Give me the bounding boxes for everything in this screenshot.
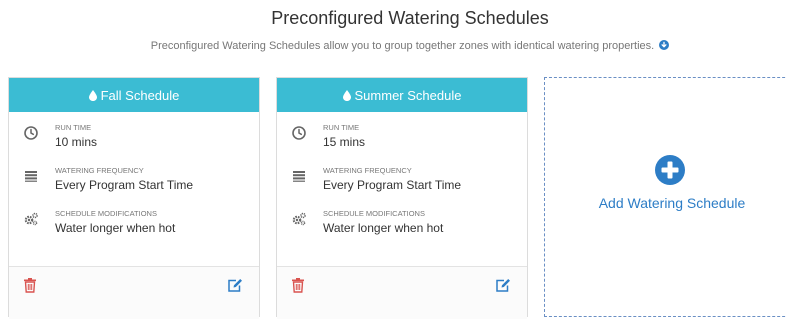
modifications-field: SCHEDULE MODIFICATIONS Water longer when… bbox=[23, 209, 259, 251]
info-circle-icon[interactable] bbox=[659, 40, 670, 50]
frequency-label: WATERING FREQUENCY bbox=[55, 166, 144, 175]
plus-circle-icon[interactable] bbox=[655, 155, 685, 185]
modifications-value: Water longer when hot bbox=[55, 221, 176, 235]
frequency-value: Every Program Start Time bbox=[323, 178, 462, 192]
frequency-label: WATERING FREQUENCY bbox=[323, 166, 412, 175]
frequency-value: Every Program Start Time bbox=[55, 178, 194, 192]
schedule-card-header[interactable]: Fall Schedule bbox=[9, 78, 259, 112]
list-icon bbox=[293, 171, 305, 182]
run-time-label: RUN TIME bbox=[55, 123, 92, 132]
clock-icon bbox=[292, 126, 306, 140]
run-time-field: RUN TIME 10 mins bbox=[23, 123, 259, 165]
card-footer bbox=[277, 266, 527, 319]
schedule-name: Summer Schedule bbox=[354, 87, 462, 103]
trash-icon[interactable] bbox=[291, 277, 305, 293]
modifications-label: SCHEDULE MODIFICATIONS bbox=[55, 209, 157, 218]
modifications-value: Water longer when hot bbox=[323, 221, 444, 235]
schedule-name: Fall Schedule bbox=[100, 87, 180, 103]
gears-icon bbox=[292, 212, 306, 226]
trash-icon[interactable] bbox=[23, 277, 37, 293]
schedule-card-header[interactable]: Summer Schedule bbox=[277, 78, 527, 112]
water-drop-icon bbox=[88, 89, 97, 101]
list-icon bbox=[25, 171, 37, 182]
modifications-label: SCHEDULE MODIFICATIONS bbox=[323, 209, 425, 218]
run-time-field: RUN TIME 15 mins bbox=[291, 123, 527, 165]
run-time-value: 10 mins bbox=[55, 135, 98, 149]
gears-icon bbox=[24, 212, 38, 226]
clock-icon bbox=[24, 126, 38, 140]
run-time-value: 15 mins bbox=[323, 135, 366, 149]
card-footer bbox=[9, 266, 259, 319]
add-watering-schedule-card[interactable]: Add Watering Schedule bbox=[544, 77, 787, 317]
edit-icon[interactable] bbox=[495, 278, 511, 293]
schedule-card-summer: Summer Schedule RUN TIME 15 mins WATERIN… bbox=[276, 77, 528, 319]
modifications-field: SCHEDULE MODIFICATIONS Water longer when… bbox=[291, 209, 527, 251]
schedule-card-fall: Fall Schedule RUN TIME 10 mins WATERING … bbox=[8, 77, 260, 319]
water-drop-icon bbox=[342, 89, 351, 101]
page-description-text: Preconfigured Watering Schedules allow y… bbox=[150, 40, 655, 52]
page-description: Preconfigured Watering Schedules allow y… bbox=[0, 40, 787, 52]
add-watering-schedule-label[interactable]: Add Watering Schedule bbox=[545, 195, 787, 211]
run-time-label: RUN TIME bbox=[323, 123, 360, 132]
page-title: Preconfigured Watering Schedules bbox=[271, 8, 549, 28]
frequency-field: WATERING FREQUENCY Every Program Start T… bbox=[23, 166, 259, 208]
edit-icon[interactable] bbox=[227, 278, 243, 293]
frequency-field: WATERING FREQUENCY Every Program Start T… bbox=[291, 166, 527, 208]
